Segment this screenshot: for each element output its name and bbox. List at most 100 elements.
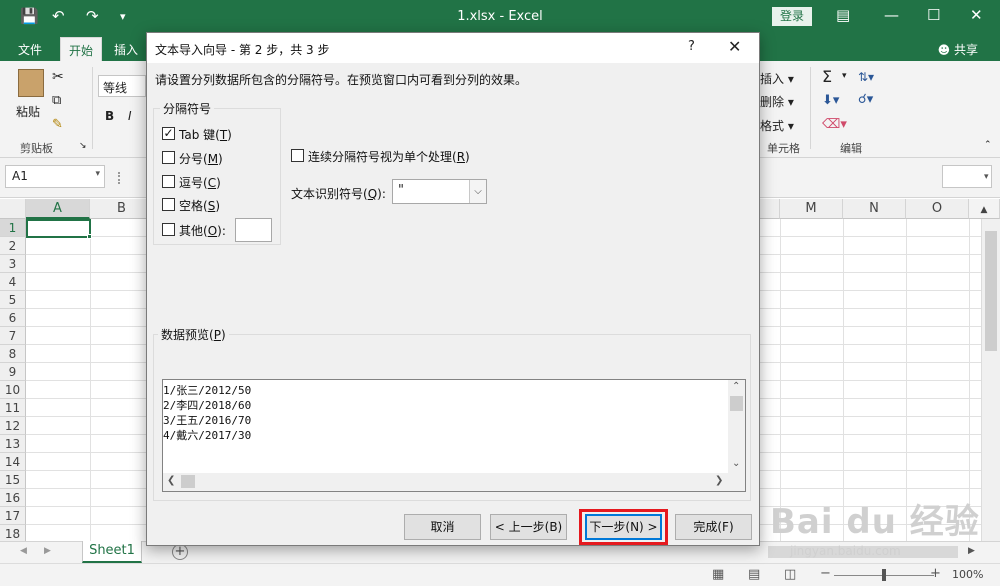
maximize-icon[interactable]: ☐ [927,6,940,24]
autosum-icon[interactable]: Σ [822,67,832,86]
tab-insert[interactable]: 插入 [114,41,138,58]
semicolon-checkbox[interactable]: 分号(M) [162,149,252,167]
resize-handle[interactable] [118,172,121,184]
row-header[interactable]: 1 [0,219,26,237]
chevron-down-icon[interactable]: ▾ [95,169,100,179]
close-icon[interactable]: ✕ [728,37,741,56]
row-header[interactable]: 6 [0,309,26,327]
row-header[interactable]: 18 [0,525,26,541]
scroll-thumb[interactable] [181,475,195,488]
name-box[interactable]: A1 ▾ [5,165,105,188]
vertical-scrollbar-top[interactable]: ▲ [969,199,1000,219]
scroll-thumb[interactable] [730,396,743,411]
row-header[interactable]: 15 [0,471,26,489]
bold-button[interactable]: B [105,109,114,123]
checkmark-icon[interactable]: ✓ [162,127,175,140]
space-checkbox[interactable]: 空格(S) [162,196,252,214]
zoom-out-icon[interactable]: − [820,566,831,581]
scroll-right-icon[interactable]: ▶ [44,546,51,556]
checkbox-box[interactable] [291,149,304,162]
tab-home[interactable]: 开始 [60,37,103,61]
column-header-b[interactable]: B [90,199,154,219]
minimize-icon[interactable]: — [884,6,899,24]
text-qualifier-select[interactable]: " ⌵ [392,179,487,204]
preview-vertical-scrollbar[interactable]: ⌃ ⌄ [728,380,745,473]
consecutive-delimiters-checkbox[interactable]: 连续分隔符号视为单个处理(R) [291,147,491,165]
font-name-box[interactable]: 等线 [98,75,146,97]
zoom-level[interactable]: 100% [952,568,983,581]
expand-formula-icon[interactable]: ▾ [984,172,989,182]
row-header[interactable]: 16 [0,489,26,507]
copy-icon[interactable]: ⧉ [52,93,61,108]
checkbox-box[interactable] [162,198,175,211]
scroll-up-icon[interactable]: ▲ [981,205,988,215]
sort-filter-icon[interactable]: ⇅▾ [858,70,874,84]
tab-checkbox[interactable]: ✓ Tab 键(T) [162,125,252,143]
zoom-in-icon[interactable]: + [930,566,941,581]
cut-icon[interactable]: ✂ [52,69,64,85]
scroll-right-icon[interactable]: ▶ [968,546,975,556]
chevron-down-icon[interactable]: ▾ [842,71,847,81]
row-header[interactable]: 5 [0,291,26,309]
share-button[interactable]: ☻ 共享 [938,41,978,58]
page-layout-icon[interactable]: ▤ [748,567,760,582]
other-checkbox[interactable]: 其他(O): [162,221,232,239]
sheet-tab-sheet1[interactable]: Sheet1 [82,541,142,563]
row-header[interactable]: 13 [0,435,26,453]
row-header[interactable]: 2 [0,237,26,255]
fill-icon[interactable]: ⬇▾ [822,93,839,108]
row-header[interactable]: 4 [0,273,26,291]
row-header[interactable]: 12 [0,417,26,435]
scroll-thumb[interactable] [985,231,997,351]
dialog-launcher-icon[interactable]: ↘ [79,141,87,151]
column-header-a[interactable]: A [26,199,90,219]
scroll-left-icon[interactable]: ❮ [167,475,175,486]
dialog-title-bar[interactable]: 文本导入向导 - 第 2 步，共 3 步 ? ✕ [147,33,759,63]
tab-file[interactable]: 文件 [18,41,42,58]
cancel-button[interactable]: 取消 [404,514,481,540]
checkbox-box[interactable] [162,175,175,188]
format-cells-button[interactable]: 格式 ▾ [760,117,794,134]
checkbox-box[interactable] [162,151,175,164]
format-painter-icon[interactable]: ✎ [52,117,63,132]
insert-cells-button[interactable]: 插入 ▾ [760,70,794,87]
checkbox-box[interactable] [162,223,175,236]
row-header[interactable]: 17 [0,507,26,525]
help-button[interactable]: ? [688,39,695,54]
login-button[interactable]: 登录 [772,7,812,26]
select-all-corner[interactable] [0,199,26,219]
close-window-icon[interactable]: ✕ [970,6,983,24]
row-header[interactable]: 14 [0,453,26,471]
column-header-o[interactable]: O [906,199,969,219]
back-button[interactable]: < 上一步(B) [490,514,567,540]
finish-button[interactable]: 完成(F) [675,514,752,540]
column-header-n[interactable]: N [843,199,906,219]
zoom-slider-thumb[interactable] [882,569,886,581]
row-header[interactable]: 9 [0,363,26,381]
fill-handle[interactable] [87,234,92,239]
row-header[interactable]: 11 [0,399,26,417]
row-header[interactable]: 7 [0,327,26,345]
scroll-right-icon[interactable]: ❯ [715,475,723,486]
paste-button[interactable]: 粘贴 [16,103,40,120]
delete-cells-button[interactable]: 删除 ▾ [760,93,794,110]
comma-checkbox[interactable]: 逗号(C) [162,173,252,191]
row-header[interactable]: 8 [0,345,26,363]
italic-button[interactable]: I [128,109,132,123]
scroll-down-icon[interactable]: ⌄ [732,458,740,469]
column-header-m[interactable]: M [780,199,843,219]
page-break-icon[interactable]: ◫ [784,567,796,582]
other-delimiter-input[interactable] [235,218,272,242]
scroll-up-icon[interactable]: ⌃ [732,381,740,392]
normal-view-icon[interactable]: ▦ [712,567,724,582]
scroll-left-icon[interactable]: ◀ [20,546,27,556]
preview-horizontal-scrollbar[interactable]: ❮ ❯ [163,473,729,491]
find-select-icon[interactable]: ☌▾ [858,92,873,107]
clear-icon[interactable]: ⌫▾ [822,117,847,132]
collapse-ribbon-icon[interactable]: ⌃ [984,140,992,150]
row-header[interactable]: 3 [0,255,26,273]
data-preview-pane[interactable]: 1/张三/2012/50 2/李四/2018/60 3/王五/2016/70 4… [162,379,746,492]
ribbon-display-icon[interactable]: ▤ [836,6,850,24]
chevron-down-icon[interactable]: ⌵ [469,180,486,203]
active-cell[interactable] [26,219,91,238]
